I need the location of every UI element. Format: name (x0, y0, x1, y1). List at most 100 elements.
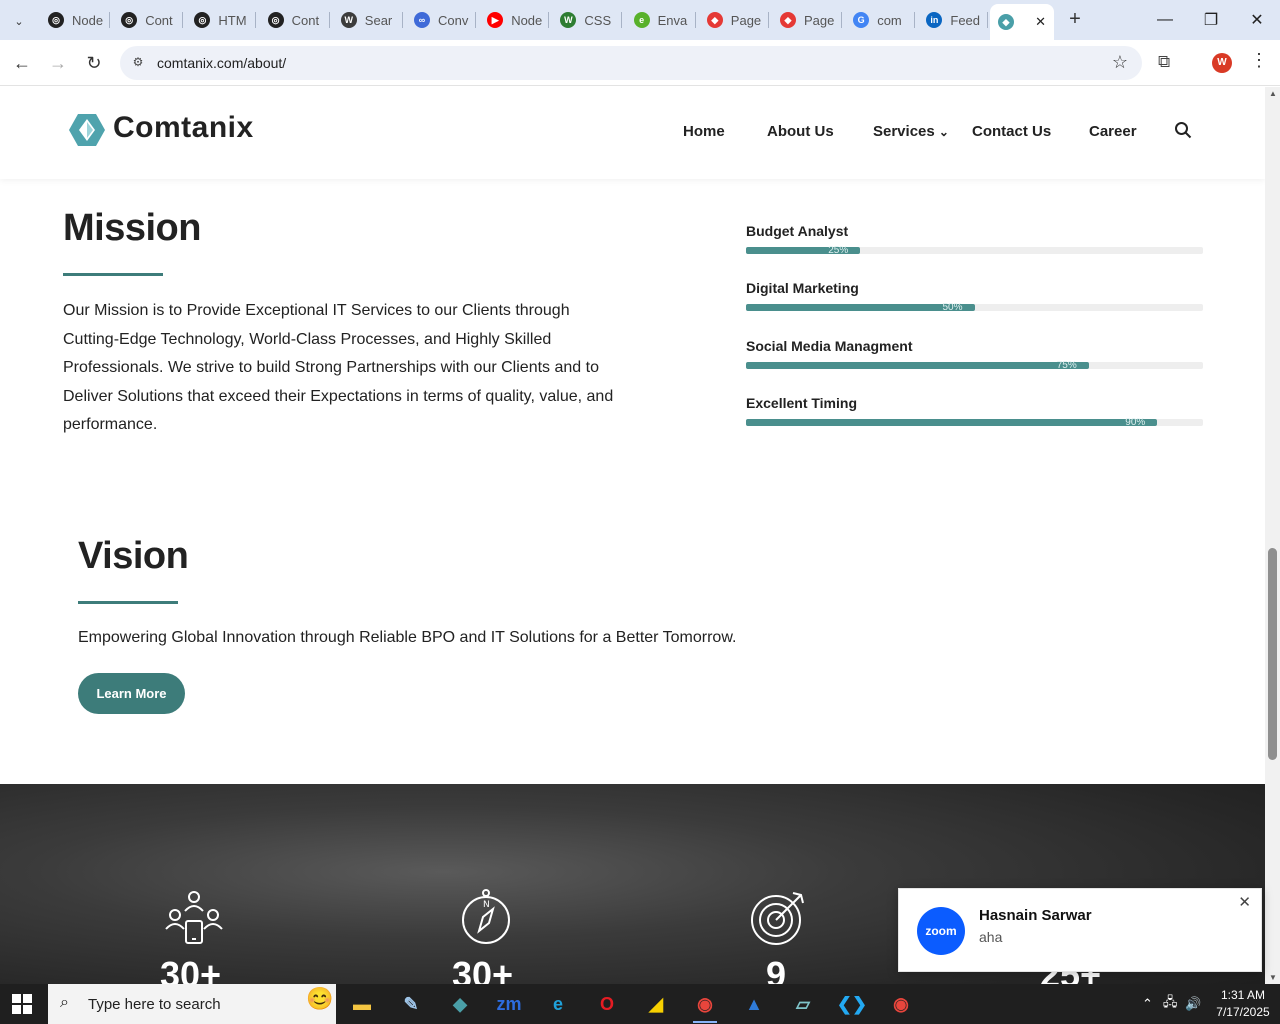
browser-tab[interactable]: ◎ Cont (113, 6, 184, 34)
tab-label: Conv (438, 12, 469, 28)
scrollbar-thumb[interactable] (1268, 548, 1277, 760)
browser-tab[interactable]: in Feed (918, 6, 989, 34)
tab-label: Enva (657, 12, 688, 28)
close-icon[interactable]: ✕ (1238, 893, 1251, 911)
windows-start-icon[interactable] (12, 994, 32, 1014)
site-info-icon[interactable]: ⚙ (130, 55, 146, 71)
minimize-button[interactable]: — (1142, 6, 1188, 34)
skill-progress-track: 90% (746, 417, 1203, 428)
target-icon (751, 892, 804, 945)
chevron-up-icon[interactable]: ⌃ (1142, 996, 1153, 1012)
browser-tab[interactable]: Gcom (845, 6, 916, 34)
browser-tab[interactable]: ▶ Node (479, 6, 550, 34)
browser-tab[interactable]: ◎ Cont (260, 6, 330, 34)
tab-separator (914, 12, 916, 28)
browser-tab[interactable]: ◎ Node (40, 6, 110, 34)
close-window-button[interactable]: ✕ (1234, 6, 1280, 34)
tab-label: CSS (584, 12, 612, 28)
edge-taskbar-icon[interactable]: e (538, 988, 578, 1020)
notes-taskbar-icon[interactable]: ▱ (783, 988, 823, 1020)
browser-tab[interactable]: ◎ HTM (186, 6, 257, 34)
svg-text:N: N (483, 900, 490, 910)
windows-taskbar: ⌕ Type here to search 😊 ▬ ✎ ◆ zm e O ◢ ◉ ▲ ▱ ❮❯ ◉ ⌃… (0, 984, 1280, 1024)
browser-tab[interactable]: ∞ Conv (406, 6, 476, 34)
tab-separator (767, 12, 769, 28)
tab-separator (401, 12, 403, 28)
browser-menu-icon[interactable]: ⋮ (1250, 50, 1268, 71)
nav-services-label: Services (873, 123, 935, 140)
skill-progress-track: 50% (746, 302, 1203, 313)
tab-favicon-icon: ◎ (121, 12, 138, 28)
mission-title: Mission (63, 207, 201, 249)
nav-career[interactable]: Career (1089, 123, 1137, 140)
network-icon[interactable]: 🖧 (1163, 993, 1178, 1015)
notification-message: aha (979, 929, 1003, 945)
restore-button[interactable]: ❐ (1188, 6, 1234, 34)
zoom-app-icon: zoom (917, 907, 965, 955)
notification-sender: Hasnain Sarwar (979, 907, 1092, 924)
arrow-right-icon: → (49, 52, 67, 73)
browser-tab[interactable]: ◆ Page (699, 6, 769, 34)
nav-home[interactable]: Home (683, 123, 725, 140)
scroll-down-icon[interactable]: ▼ (1269, 973, 1277, 982)
chrome-taskbar-icon[interactable]: ◉ (685, 988, 725, 1023)
zoom-taskbar-icon[interactable]: zm (489, 988, 529, 1020)
photos-taskbar-icon[interactable]: ▲ (734, 988, 774, 1020)
vision-text: Empowering Global Innovation through Rel… (78, 629, 737, 646)
zoom-notification[interactable]: zoom Hasnain Sarwar aha ✕ (898, 888, 1262, 972)
skill-percent-label: 50% (942, 302, 963, 313)
browser-tab[interactable]: W Sear (333, 6, 403, 34)
skill-label: Budget Analyst (746, 223, 849, 239)
chevron-down-icon: ⌄ (938, 125, 949, 139)
taskbar-clock[interactable]: 1:31 AM 7/17/2025 (1210, 987, 1276, 1021)
tab-search-button[interactable]: ⌄ (6, 8, 32, 34)
taskbar-search[interactable]: ⌕ Type here to search 😊 (48, 984, 336, 1024)
search-icon[interactable] (1174, 121, 1192, 139)
tab-favicon-icon: ◎ (48, 12, 64, 28)
skill-progress-track: 25% (746, 245, 1203, 256)
url-text[interactable]: comtanix.com/about/ (157, 55, 286, 71)
forward-button[interactable]: → (45, 50, 71, 76)
bookmark-star-icon[interactable]: ☆ (1112, 52, 1128, 73)
opera-taskbar-icon[interactable]: O (587, 988, 627, 1020)
scroll-up-icon[interactable]: ▲ (1269, 89, 1277, 98)
page-scrollbar[interactable]: ▲ ▼ (1265, 87, 1280, 984)
extensions-icon[interactable]: ⧉ (1158, 52, 1170, 72)
file-explorer-taskbar-icon[interactable]: ▬ (342, 988, 382, 1020)
new-tab-button[interactable]: + (1064, 8, 1086, 30)
chrome-2-taskbar-icon[interactable]: ◉ (881, 988, 921, 1020)
sticky-notes-taskbar-icon[interactable]: ◢ (636, 988, 676, 1020)
tab-label: Cont (291, 12, 320, 28)
comtanix-taskbar-icon[interactable]: ◆ (440, 988, 480, 1020)
mission-text: Our Mission is to Provide Exceptional IT… (63, 302, 614, 433)
tab-separator (548, 12, 550, 28)
vscode-taskbar-icon[interactable]: ❮❯ (832, 988, 872, 1020)
profile-avatar[interactable]: W (1212, 53, 1232, 73)
close-tab-icon[interactable]: ✕ (1035, 14, 1046, 30)
nav-services[interactable]: Services ⌄ (873, 123, 949, 140)
reload-button[interactable]: ↻ (81, 50, 107, 76)
back-button[interactable]: ← (9, 50, 35, 76)
brand-name[interactable]: Comtanix (113, 111, 254, 145)
nav-contact-us[interactable]: Contact Us (972, 123, 1051, 140)
skill-percent-label: 25% (828, 245, 849, 256)
browser-tab[interactable]: e Enva (626, 6, 696, 34)
nav-about-us[interactable]: About Us (767, 123, 834, 140)
emoji-illustration-icon: 😊 (306, 986, 334, 1011)
tab-favicon-icon: ◎ (267, 12, 284, 28)
comtanix-logo-icon[interactable] (69, 112, 105, 148)
tab-favicon-icon: ∞ (414, 12, 430, 28)
learn-more-button[interactable]: Learn More (78, 673, 185, 714)
volume-icon[interactable]: 🔊 (1185, 996, 1201, 1012)
browser-tab[interactable]: ◆ Page (772, 6, 842, 34)
skill-label: Social Media Managment (746, 338, 913, 354)
paint-taskbar-icon[interactable]: ✎ (391, 988, 431, 1020)
taskbar-search-placeholder: Type here to search (88, 996, 221, 1013)
tab-active[interactable]: ◆ ✕ (990, 4, 1054, 40)
skill-progress-track: 75% (746, 360, 1203, 371)
address-bar[interactable]: ⚙ comtanix.com/about/ ☆ (120, 46, 1142, 80)
system-tray: ⌃ 🖧 🔊 (1142, 984, 1202, 1024)
stat-number: 30+ (452, 954, 514, 984)
skill-item: Budget Analyst 25% (746, 223, 1203, 256)
browser-tab[interactable]: W CSS (552, 6, 623, 34)
